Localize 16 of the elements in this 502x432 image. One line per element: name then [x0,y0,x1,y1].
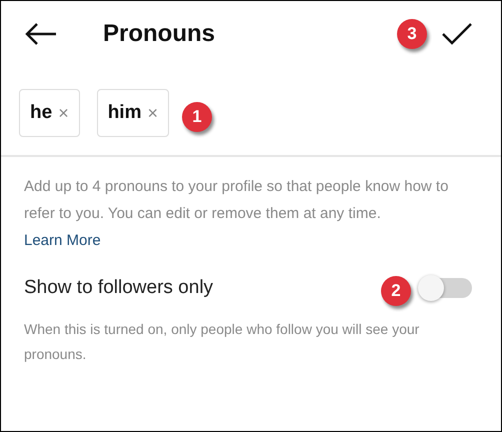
setting-label: Show to followers only [24,276,214,300]
remove-button[interactable]: × [58,104,69,122]
setting-note: When this is turned on, only people who follow you will see your pronouns. [24,320,420,364]
step-number-badge: 2 [381,276,411,306]
back-button[interactable] [25,22,59,46]
pronoun-label: him [108,100,142,125]
learn-more-link[interactable]: Learn More [24,232,101,249]
step-number-badge: 1 [182,102,212,132]
description-text: Add up to 4 pronouns to your profile so that people know how to refer to you. You can edit or remove them at any time. [24,177,450,224]
page-title: Pronouns [103,19,215,49]
remove-button[interactable]: × [147,104,158,122]
pronoun-label: he [30,100,52,125]
check-icon [442,23,472,45]
toggle-switch[interactable] [420,278,472,298]
step-number-badge: 3 [397,19,427,49]
back-arrow-icon [25,23,57,45]
